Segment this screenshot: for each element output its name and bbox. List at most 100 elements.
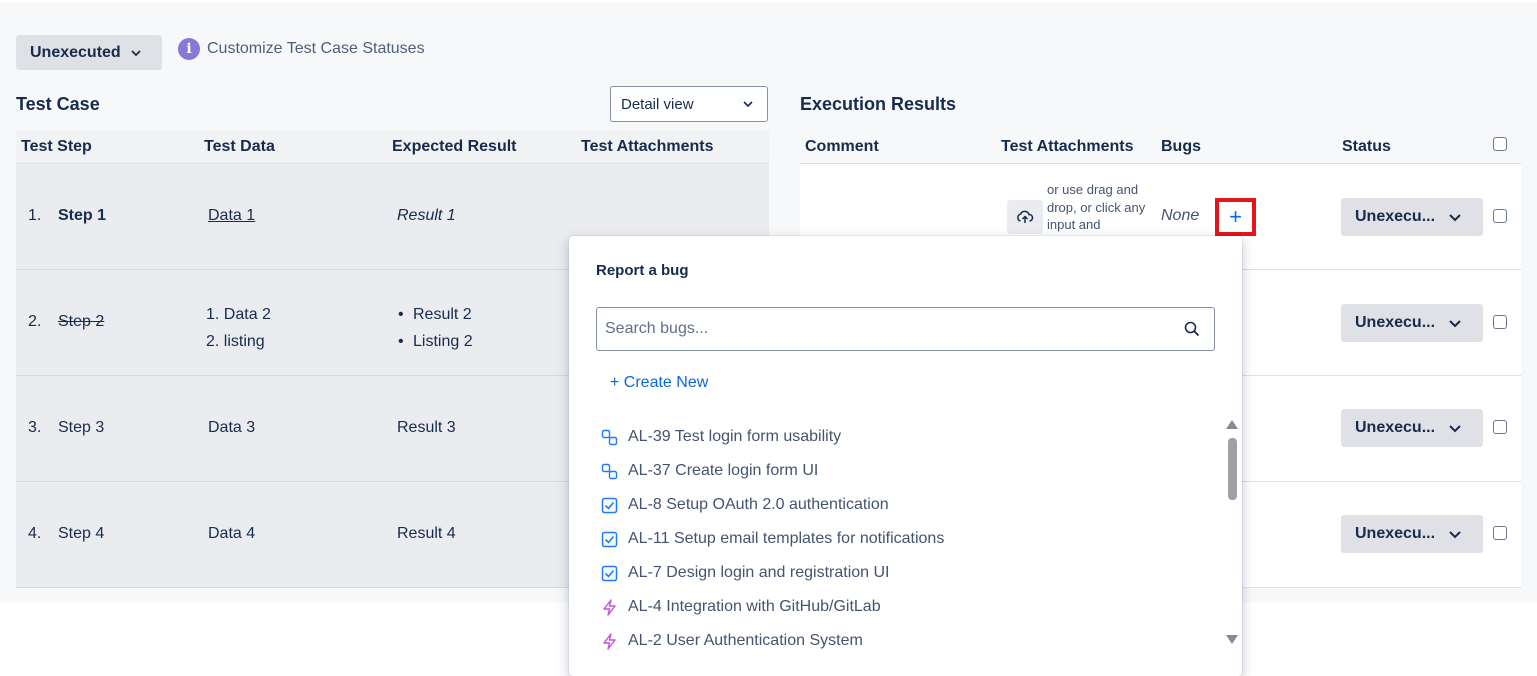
bug-key: AL-2: [628, 632, 662, 649]
bug-key: AL-11: [628, 530, 670, 547]
bug-key: AL-4: [628, 598, 662, 615]
bullet-icon: •: [398, 333, 404, 350]
test-data: Data 3: [208, 419, 256, 436]
subtask-icon: [601, 429, 618, 445]
epic-icon: [603, 598, 616, 616]
bug-item[interactable]: AL-11 Setup email templates for notifica…: [601, 522, 1221, 556]
column-header: Test Step: [21, 137, 92, 155]
column-header: Test Data: [204, 137, 275, 155]
execution-header: Comment Test Attachments Bugs Status: [800, 130, 1521, 164]
status-filter-label: Unexecuted: [30, 43, 121, 61]
step-name: Step 2: [58, 313, 105, 330]
execution-results-title: Execution Results: [800, 94, 957, 114]
popup-title: Report a bug: [596, 262, 689, 279]
bug-summary: Setup email templates for notifications: [673, 530, 945, 547]
select-all-checkbox[interactable]: [1493, 137, 1507, 151]
status-label: Unexecu...: [1355, 314, 1436, 331]
column-header: Status: [1342, 137, 1391, 155]
test-case-title: Test Case: [16, 94, 100, 114]
chevron-down-icon: [131, 49, 141, 56]
expected-result-item: Result 2: [413, 306, 472, 323]
row-checkbox[interactable]: [1493, 526, 1507, 540]
view-select[interactable]: Detail view: [610, 86, 768, 122]
bug-item[interactable]: AL-2 User Authentication System: [601, 624, 1221, 658]
chevron-down-icon: [743, 101, 753, 108]
bug-summary: User Authentication System: [666, 632, 863, 649]
test-case-header: Test Step Test Data Expected Result Test…: [16, 130, 769, 164]
expected-result-item: Listing 2: [413, 333, 473, 350]
chevron-down-icon: [1449, 214, 1461, 222]
task-icon: [601, 531, 618, 547]
create-new-bug-link[interactable]: + Create New: [610, 374, 708, 392]
step-name: Step 3: [58, 419, 105, 436]
bug-summary: Create login form UI: [675, 462, 819, 479]
bug-item[interactable]: AL-39 Test login form usability: [601, 420, 1221, 454]
test-data: Data 4: [208, 525, 256, 542]
row-checkbox[interactable]: [1493, 315, 1507, 329]
status-dropdown[interactable]: Unexecu...: [1341, 304, 1483, 342]
bug-item[interactable]: AL-37 Create login form UI: [601, 454, 1221, 488]
chevron-down-icon: [1449, 531, 1461, 539]
search-icon: [1184, 321, 1200, 337]
scrollbar-thumb[interactable]: [1228, 438, 1237, 500]
chevron-down-icon: [1449, 320, 1461, 328]
drag-drop-hint: or use drag and drop, or click any input…: [1047, 182, 1146, 232]
status-dropdown[interactable]: Unexecu...: [1341, 515, 1483, 553]
bug-item[interactable]: AL-4 Integration with GitHub/GitLab: [601, 590, 1221, 624]
chevron-down-icon: [1449, 425, 1461, 433]
bug-item[interactable]: AL-7 Design login and registration UI: [601, 556, 1221, 590]
status-label: Unexecu...: [1355, 525, 1436, 542]
customize-statuses-label: Customize Test Case Statuses: [207, 40, 425, 57]
row-checkbox[interactable]: [1493, 420, 1507, 434]
row-checkbox[interactable]: [1493, 209, 1507, 223]
add-bug-button[interactable]: +: [1215, 198, 1256, 236]
column-header: Expected Result: [392, 137, 517, 155]
test-data-link[interactable]: Data 1: [208, 207, 255, 225]
bugs-none: None: [1161, 207, 1200, 224]
subtask-icon: [601, 463, 618, 479]
status-label: Unexecu...: [1355, 208, 1436, 225]
bug-summary: Design login and registration UI: [666, 564, 890, 581]
search-bugs-input[interactable]: [605, 320, 1145, 338]
column-header: Bugs: [1161, 137, 1201, 155]
info-icon: i: [178, 38, 200, 60]
column-header: Comment: [805, 137, 879, 155]
step-name: Step 4: [58, 525, 105, 542]
test-data-item: 2. listing: [206, 333, 265, 350]
step-name: Step 1: [58, 207, 107, 224]
bug-key: AL-7: [628, 564, 662, 581]
test-data-item: 1. Data 2: [206, 306, 271, 323]
bug-summary: Setup OAuth 2.0 authentication: [666, 496, 889, 513]
upload-button[interactable]: [1007, 200, 1043, 234]
scroll-up-arrow-icon[interactable]: [1226, 420, 1238, 429]
view-select-value: Detail view: [621, 95, 694, 113]
expected-result: Result 1: [397, 207, 456, 224]
expected-result: Result 3: [397, 419, 456, 436]
bug-key: AL-8: [628, 496, 662, 513]
epic-icon: [603, 632, 616, 650]
bug-summary: Test login form usability: [674, 428, 842, 445]
step-number: 3.: [28, 419, 42, 436]
customize-statuses-link[interactable]: i Customize Test Case Statuses: [178, 38, 425, 60]
step-number: 2.: [28, 313, 42, 330]
bullet-icon: •: [398, 306, 404, 323]
status-filter-button[interactable]: Unexecuted: [16, 35, 162, 70]
status-dropdown[interactable]: Unexecu...: [1341, 198, 1483, 236]
bug-list: AL-39 Test login form usability AL-37 Cr…: [601, 420, 1221, 658]
status-label: Unexecu...: [1355, 419, 1436, 436]
scroll-down-arrow-icon[interactable]: [1226, 635, 1238, 644]
bug-key: AL-37: [628, 462, 671, 479]
search-bugs-field[interactable]: [596, 307, 1215, 351]
column-header: Test Attachments: [1001, 137, 1134, 155]
expected-result: Result 4: [397, 525, 456, 542]
task-icon: [601, 497, 618, 513]
column-header: Test Attachments: [581, 137, 714, 155]
bug-item[interactable]: AL-8 Setup OAuth 2.0 authentication: [601, 488, 1221, 522]
status-dropdown[interactable]: Unexecu...: [1341, 409, 1483, 447]
cloud-upload-icon: [1017, 210, 1034, 223]
step-number: 4.: [28, 525, 42, 542]
bug-key: AL-39: [628, 428, 671, 445]
report-bug-popup: Report a bug + Create New AL-39 Test log…: [569, 236, 1242, 676]
step-number: 1.: [28, 207, 42, 224]
bug-summary: Integration with GitHub/GitLab: [666, 598, 881, 615]
